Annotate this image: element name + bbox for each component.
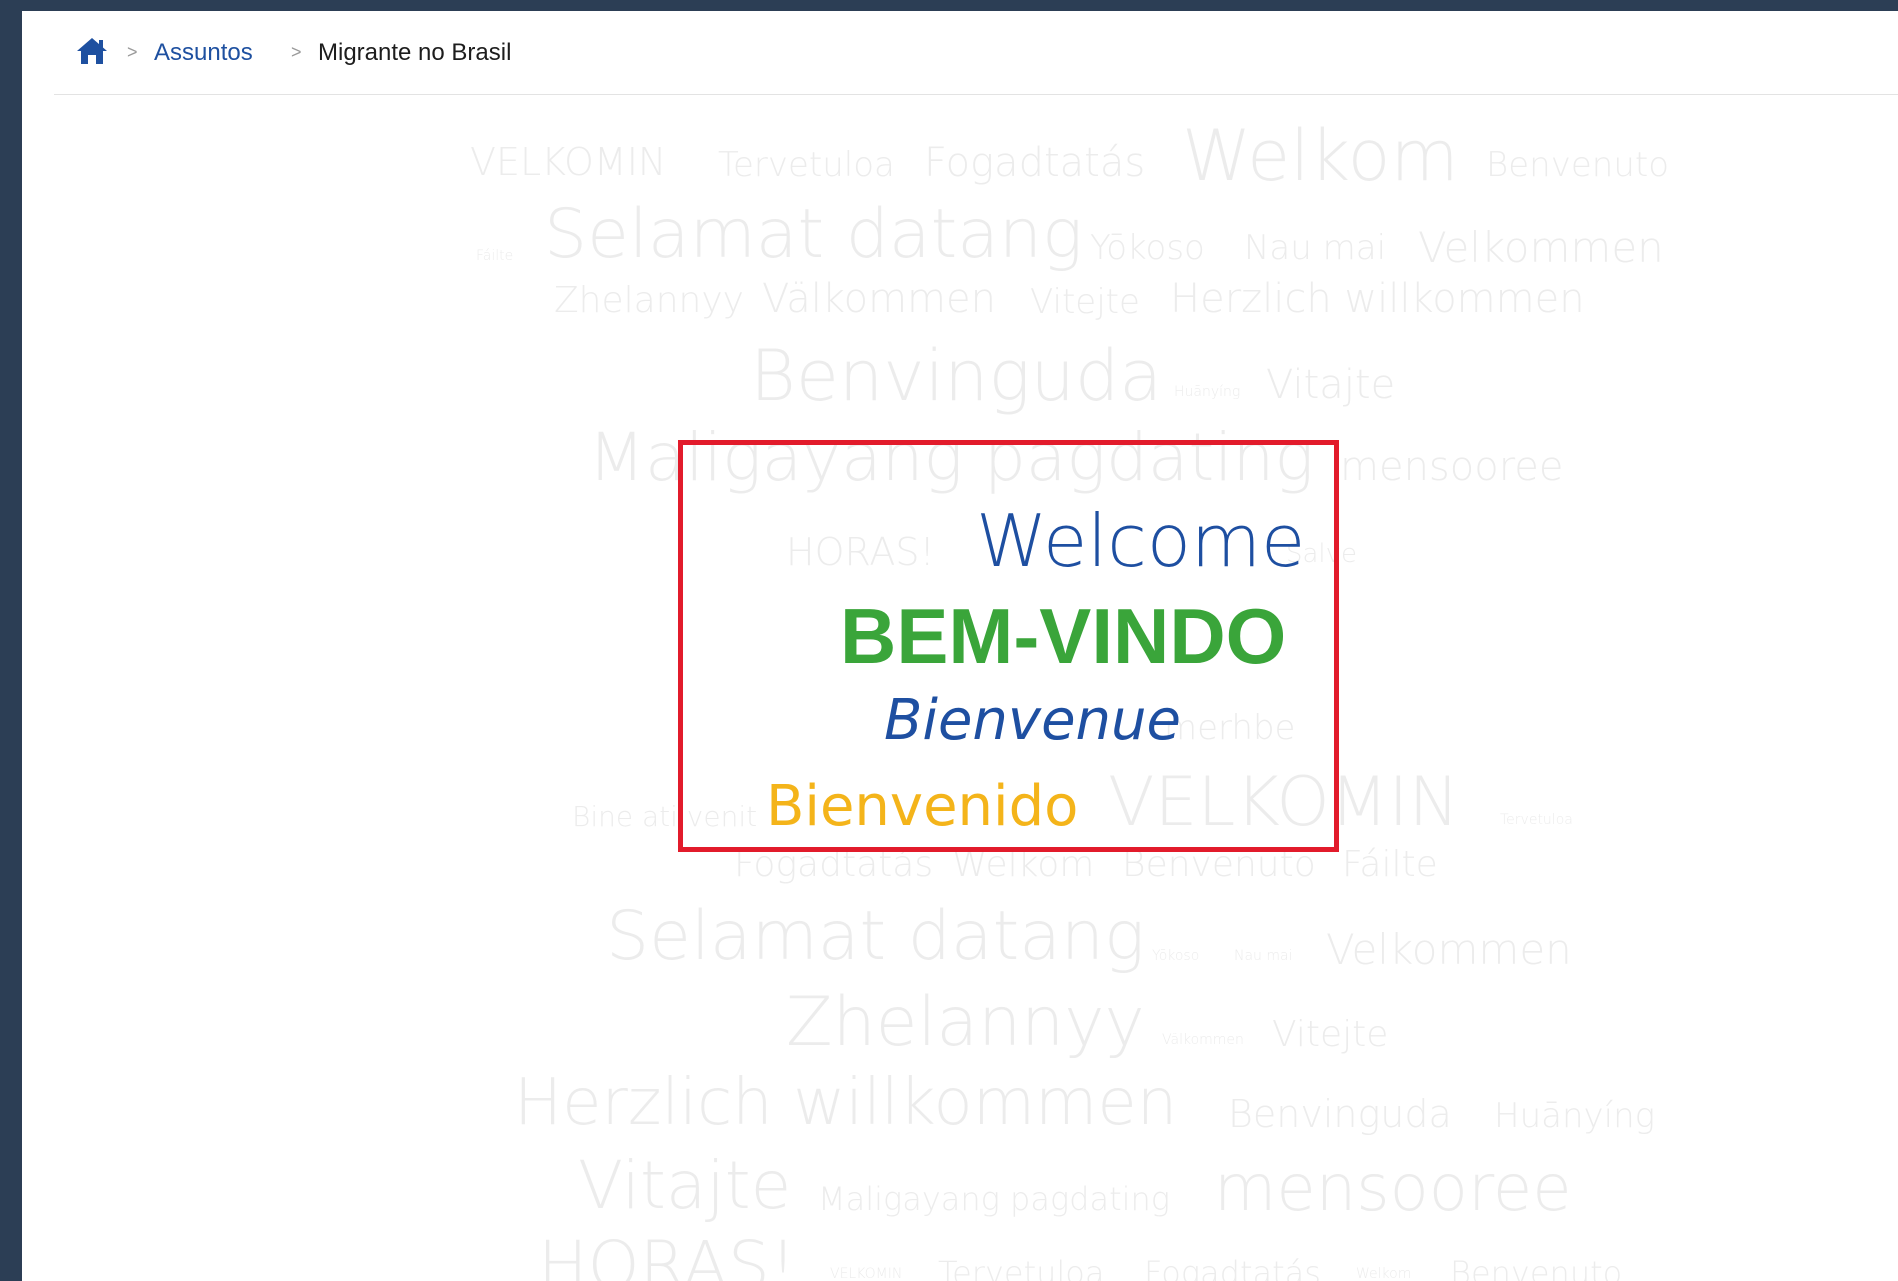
cloud-word: Nau mai	[1244, 228, 1387, 268]
cloud-word: Nau mai	[1234, 948, 1293, 964]
cloud-word: Fogadtatás	[924, 140, 1146, 186]
cloud-word: Huānyíng	[1494, 1096, 1656, 1136]
cloud-word: Yōkoso	[1090, 228, 1205, 268]
cloud-word: Fogadtatás	[734, 844, 934, 885]
cloud-word: Selamat datang	[606, 897, 1145, 976]
cloud-word: Zhelannyy	[554, 280, 744, 321]
welcome-word-cloud: VELKOMIN Tervetuloa Fogadtatás Welkom Be…	[22, 11, 1898, 1281]
cloud-word: Vitajte	[578, 1147, 792, 1224]
cloud-word: Benvenuto	[1450, 1254, 1623, 1281]
cloud-word: mensooree	[1340, 444, 1564, 490]
cloud-word: Welkom	[952, 844, 1095, 885]
cloud-word: Yōkoso	[1152, 948, 1200, 964]
cloud-word: Fáilte	[1342, 844, 1438, 885]
cloud-word: Herzlich willkommen	[1170, 276, 1585, 322]
cloud-word: Herzlich willkommen	[514, 1066, 1178, 1140]
cloud-word: Velkommen	[1418, 223, 1664, 272]
cloud-word: mensooree	[1214, 1152, 1572, 1226]
cloud-word: Vitajte	[1266, 362, 1396, 408]
cloud-word: Velkommen	[1326, 925, 1572, 974]
cloud-word: Welkom	[1356, 1266, 1412, 1281]
cloud-word: Tervetuloa	[938, 1254, 1105, 1281]
cloud-word: Välkommen	[762, 276, 996, 322]
cloud-word: Benvenuto	[1122, 844, 1316, 885]
cloud-word: Zhelannyy	[786, 983, 1145, 1062]
cloud-word: Välkommen	[1162, 1032, 1244, 1048]
cloud-word: Benvinguda	[1228, 1092, 1452, 1136]
page: > Assuntos > Migrante no Brasil VELKOMIN…	[22, 11, 1898, 1281]
cloud-word: VELKOMIN	[470, 140, 667, 184]
cloud-word: VELKOMIN	[830, 1266, 903, 1281]
cloud-word: Fogadtatás	[1144, 1254, 1321, 1281]
cloud-word: Welkom	[1182, 115, 1459, 197]
cloud-word: Vitejte	[1030, 282, 1140, 322]
cloud-word: Tervetuloa	[1500, 812, 1573, 828]
cloud-word: Vitejte	[1272, 1014, 1389, 1055]
cloud-word: Huānyíng	[1174, 384, 1241, 400]
highlight-frame	[678, 440, 1339, 852]
cloud-word: HORAS!	[538, 1227, 797, 1281]
cloud-word: Benvenuto	[1486, 145, 1669, 185]
cloud-word: Selamat datang	[544, 195, 1083, 274]
cloud-word: Benvinguda	[750, 335, 1163, 417]
cloud-word: Fáilte	[476, 248, 514, 264]
cloud-word: Tervetuloa	[718, 145, 895, 185]
cloud-word: Maligayang pagdating	[818, 1180, 1170, 1218]
